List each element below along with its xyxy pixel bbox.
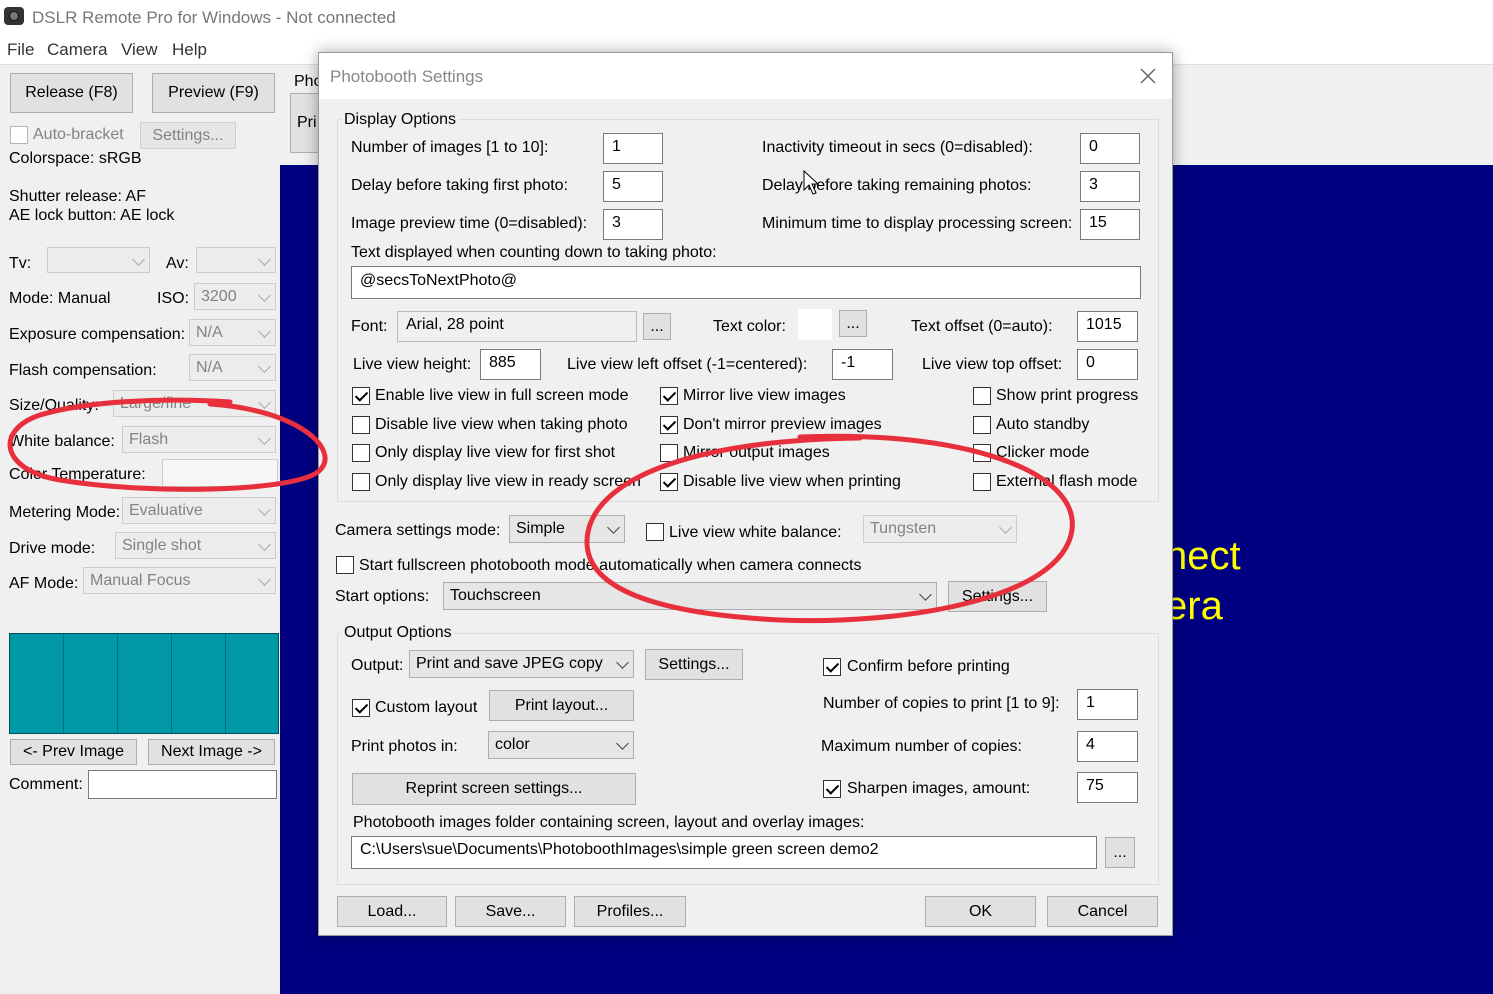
annotation-circle-white-balance [7,397,328,492]
mouse-cursor-icon [803,170,819,195]
annotation-circle-live-view-wb [584,433,1075,624]
annotation-overlay [7,397,1075,624]
